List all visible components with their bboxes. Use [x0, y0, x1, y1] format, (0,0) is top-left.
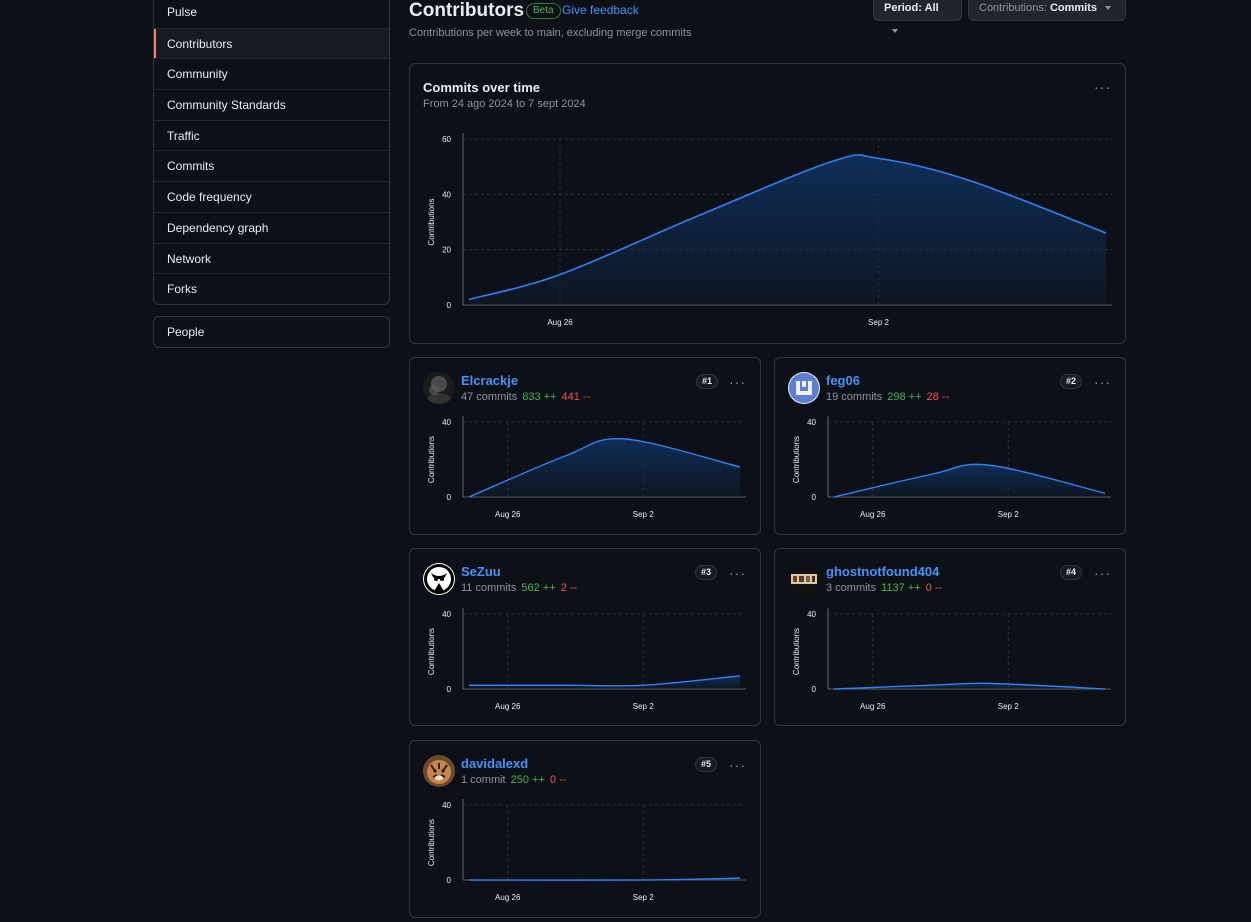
area-fill	[469, 154, 1106, 305]
y-axis-title: Contributions	[792, 436, 801, 483]
give-feedback-link[interactable]: Give feedback	[562, 3, 639, 17]
commits-over-time-card: Commits over time From 24 ago 2024 to 7 …	[409, 63, 1126, 344]
contributor-chart: 0 40 Aug 26 Sep 2 Contributions	[427, 799, 746, 902]
y-tick-label: 40	[442, 418, 451, 427]
area-fill	[469, 675, 740, 689]
y-tick-label: 0	[812, 493, 817, 502]
y-tick-label: 0	[447, 493, 452, 502]
chevron-down-icon	[892, 29, 898, 34]
y-axis-title: Contributions	[427, 436, 436, 483]
nav-item-commits[interactable]: Commits	[154, 150, 389, 181]
nav-item-network[interactable]: Network	[154, 242, 389, 274]
y-axis-title: Contributions	[427, 628, 436, 675]
period-value: All	[924, 2, 939, 14]
commits-over-time-chart: 0 20 40 60 Aug 26 Sep 2 Contributions	[427, 133, 1112, 327]
y-axis-title: Contributions	[427, 198, 436, 245]
contributor-chart: 0 40 Aug 26 Sep 2 Contributions	[427, 608, 746, 711]
nav-item-people[interactable]: People	[153, 316, 390, 348]
y-axis-title: Contributions	[792, 628, 801, 675]
contributor-card: davidalexd 1 commit 250 ++ 0 -- #5 ··· 0 40…	[409, 740, 761, 918]
y-tick-label: 40	[442, 190, 451, 199]
nav-item-community-standards[interactable]: Community Standards	[154, 89, 389, 120]
x-tick-label: Aug 26	[495, 702, 521, 711]
chevron-down-icon	[1105, 6, 1111, 11]
nav-item-contributors[interactable]: Contributors	[154, 27, 389, 59]
y-tick-label: 0	[447, 301, 452, 310]
y-tick-label: 40	[442, 801, 451, 810]
nav-item-forks[interactable]: Forks	[154, 273, 389, 304]
contributions-prefix: Contributions:	[979, 2, 1047, 14]
nav-item-traffic[interactable]: Traffic	[154, 119, 389, 151]
contributor-chart: 0 40 Aug 26 Sep 2 Contributions	[792, 608, 1111, 711]
nav-item-code-frequency[interactable]: Code frequency	[154, 181, 389, 212]
contributor-chart: 0 40 Aug 26 Sep 2 Contributions	[792, 416, 1111, 519]
x-tick-label: Sep 2	[998, 702, 1019, 711]
area-fill	[469, 438, 740, 497]
area-fill	[834, 464, 1105, 497]
x-tick-label: Sep 2	[633, 893, 654, 902]
nav-item-dependency-graph[interactable]: Dependency graph	[154, 211, 389, 243]
contributor-chart: 0 40 Aug 26 Sep 2 Contributions	[427, 416, 746, 519]
insights-nav: Pulse Contributors Community Community S…	[153, 0, 390, 305]
page-subtitle: Contributions per week to main, excludin…	[409, 27, 692, 39]
y-tick-label: 0	[812, 685, 817, 694]
beta-badge: Beta	[526, 3, 561, 19]
y-axis-title: Contributions	[427, 819, 436, 866]
x-tick-label: Aug 26	[495, 510, 521, 519]
nav-item-community[interactable]: Community	[154, 58, 389, 89]
x-tick-label: Sep 2	[998, 510, 1019, 519]
y-tick-label: 20	[442, 246, 451, 255]
period-dropdown[interactable]: Period: All	[873, 0, 962, 34]
y-tick-label: 40	[807, 418, 816, 427]
x-tick-label: Sep 2	[868, 318, 889, 327]
y-tick-label: 0	[447, 685, 452, 694]
x-tick-label: Sep 2	[633, 510, 654, 519]
contributor-card: Elcrackje 47 commits 833 ++ 441 -- #1 ··· …	[409, 357, 761, 535]
contributor-card: feg06 19 commits 298 ++ 28 -- #2 ··· 0 40 Au…	[774, 357, 1126, 535]
x-tick-label: Aug 26	[495, 893, 521, 902]
page-title: Contributors	[409, 0, 525, 21]
x-tick-label: Aug 26	[860, 510, 886, 519]
contributions-dropdown[interactable]: Contributions: Commits	[968, 0, 1126, 21]
y-tick-label: 0	[447, 876, 452, 885]
period-prefix: Period:	[884, 2, 922, 14]
x-tick-label: Aug 26	[860, 702, 886, 711]
y-tick-label: 60	[442, 135, 451, 144]
nav-item-pulse[interactable]: Pulse	[154, 0, 389, 28]
contributor-card: SeZuu 11 commits 562 ++ 2 -- #3 ··· 0 40 Aug…	[409, 548, 761, 726]
y-tick-label: 40	[807, 610, 816, 619]
x-tick-label: Sep 2	[633, 702, 654, 711]
y-tick-label: 40	[442, 610, 451, 619]
x-tick-label: Aug 26	[547, 318, 573, 327]
contributor-card: ghostnotfound404 3 commits 1137 ++ 0 -- #4…	[774, 548, 1126, 726]
contributions-value: Commits	[1049, 2, 1097, 14]
